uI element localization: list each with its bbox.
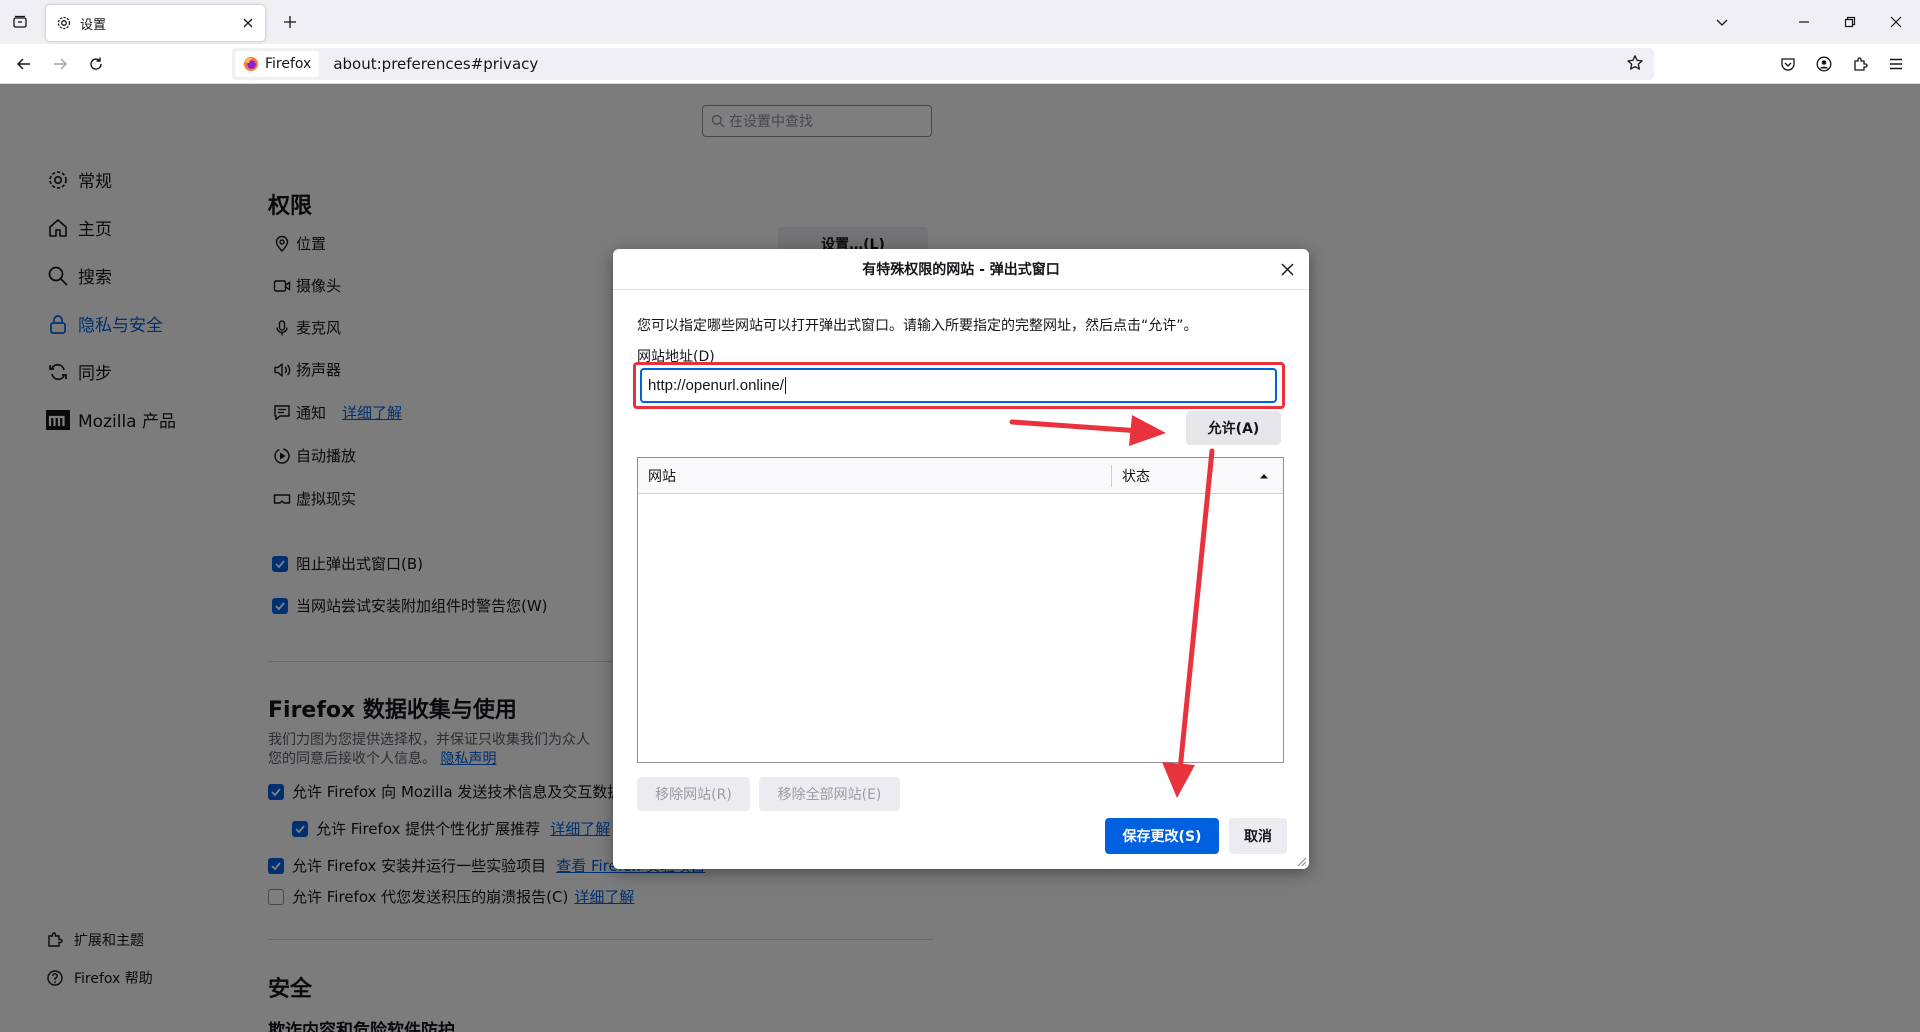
tab-bar: 设置 (0, 0, 1920, 44)
new-tab-icon[interactable] (280, 12, 300, 32)
save-changes-button[interactable]: 保存更改(S) (1105, 818, 1219, 854)
firefox-logo-icon (244, 57, 258, 71)
sort-ascending-icon (1260, 473, 1268, 478)
column-header-status[interactable]: 状态 (1112, 466, 1283, 486)
forward-icon[interactable] (50, 54, 70, 74)
column-label: 网站 (648, 468, 676, 485)
url-bar[interactable]: Firefox about:preferences#privacy (232, 48, 1654, 80)
allow-button[interactable]: 允许(A) (1186, 411, 1281, 445)
close-icon[interactable] (1277, 259, 1297, 279)
gear-icon (57, 16, 71, 30)
column-header-site[interactable]: 网站 (638, 464, 1112, 487)
dialog-description: 您可以指定哪些网站可以打开弹出式窗口。请输入所要指定的完整网址，然后点击“允许”… (637, 318, 1198, 334)
tab-title: 设置 (80, 17, 107, 33)
nav-bar: Firefox about:preferences#privacy (0, 44, 1920, 84)
close-tab-icon[interactable] (239, 14, 257, 32)
text-cursor (784, 377, 786, 394)
table-header: 网站 状态 (638, 458, 1283, 494)
dialog-title: 有特殊权限的网站 - 弹出式窗口 (613, 249, 1309, 290)
pocket-icon[interactable] (1778, 54, 1798, 74)
input-value: http://openurl.online/ (648, 377, 784, 394)
remove-all-sites-button[interactable]: 移除全部网站(E) (759, 777, 900, 811)
identity-box[interactable]: Firefox (235, 51, 320, 77)
restore-icon[interactable] (1840, 12, 1860, 32)
cancel-button[interactable]: 取消 (1229, 818, 1287, 854)
tab-settings[interactable]: 设置 (46, 5, 265, 41)
reload-icon[interactable] (86, 54, 106, 74)
website-address-input[interactable]: http://openurl.online/ (640, 368, 1277, 403)
bookmark-star-icon[interactable] (1626, 54, 1646, 74)
browser-chrome: 设置 Firefox about:preferences#privacy (0, 0, 1920, 84)
identity-label: Firefox (265, 56, 312, 72)
resize-grip-icon[interactable] (1295, 855, 1307, 867)
minimize-icon[interactable] (1794, 12, 1814, 32)
extensions-icon[interactable] (1850, 54, 1870, 74)
menu-icon[interactable] (1886, 54, 1906, 74)
sites-table: 网站 状态 (637, 457, 1284, 763)
popup-exceptions-dialog: 有特殊权限的网站 - 弹出式窗口 您可以指定哪些网站可以打开弹出式窗口。请输入所… (613, 249, 1309, 869)
back-icon[interactable] (14, 54, 34, 74)
account-icon[interactable] (1814, 54, 1834, 74)
remove-site-button[interactable]: 移除网站(R) (637, 777, 750, 811)
chevron-down-icon[interactable] (1712, 12, 1732, 32)
url-text: about:preferences#privacy (333, 55, 539, 73)
close-window-icon[interactable] (1886, 12, 1906, 32)
tab-list-icon[interactable] (10, 12, 30, 32)
column-label: 状态 (1122, 468, 1150, 485)
